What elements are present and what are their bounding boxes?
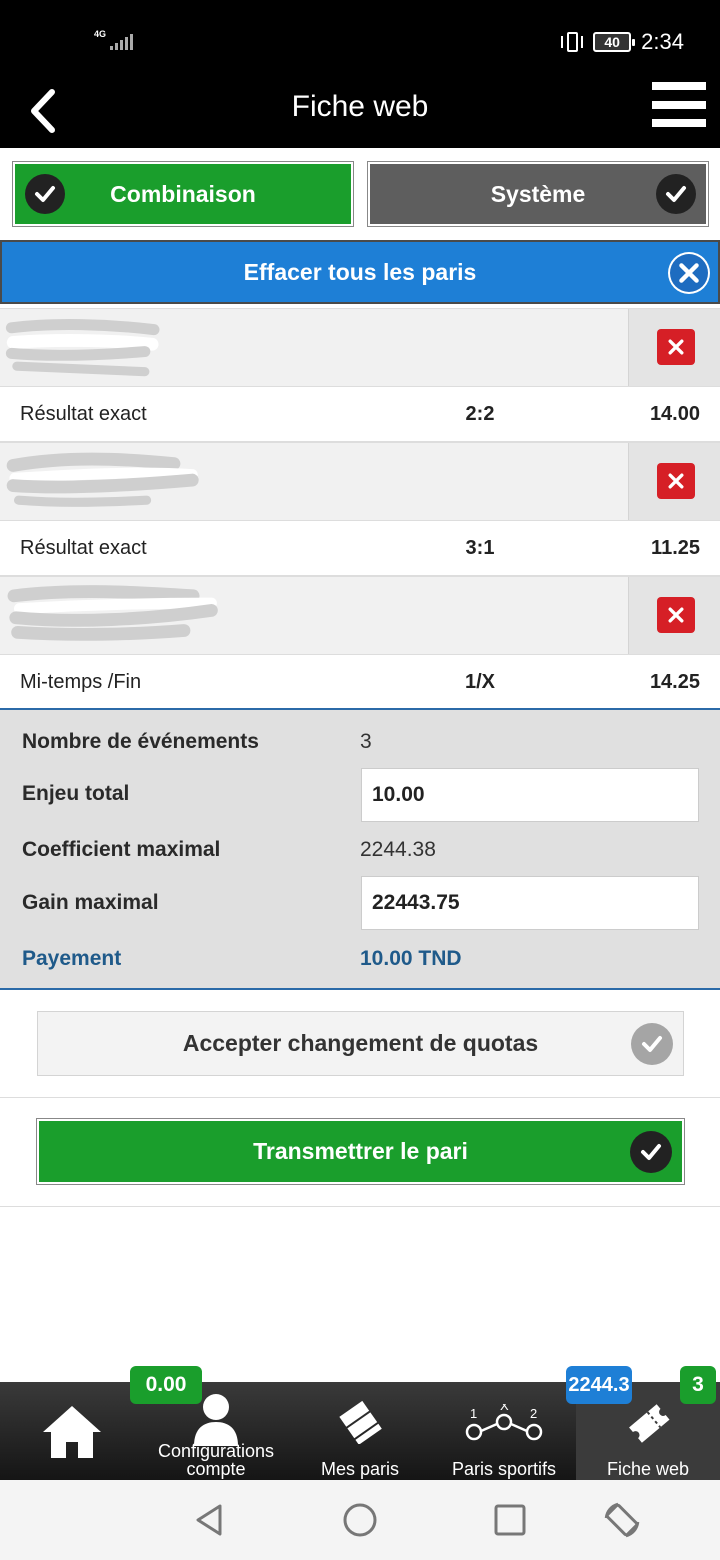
- square-recents-icon: [494, 1504, 526, 1536]
- odd-value: 11.25: [651, 537, 700, 559]
- hamburger-icon: [652, 82, 706, 90]
- nav-sports-betting[interactable]: 1 X 2 Paris sportifs: [432, 1382, 576, 1480]
- menu-button[interactable]: [652, 82, 706, 128]
- check-icon: [656, 174, 696, 214]
- payment-value: 10.00 TND: [360, 947, 462, 970]
- pick-value: 1/X: [464, 671, 496, 693]
- pick-value: 2:2: [465, 403, 495, 425]
- bet-event-row: [0, 576, 720, 654]
- accept-odds-label: Accepter changement de quotas: [182, 1030, 539, 1056]
- bet-pick-row: Résultat exact 2:2 14.00: [0, 386, 720, 442]
- payment-label: Payement: [22, 947, 122, 970]
- market-name: Résultat exact: [20, 537, 147, 559]
- divider: [0, 1097, 720, 1098]
- check-icon: [631, 1023, 673, 1065]
- odds-badge: 2244.3: [566, 1366, 632, 1404]
- betslip-count-badge: 3: [680, 1366, 716, 1404]
- tickets-icon: [339, 1400, 382, 1444]
- remove-bet-button[interactable]: [657, 329, 695, 365]
- remove-bet-button[interactable]: [657, 597, 695, 633]
- close-icon: [668, 339, 684, 355]
- status-bar: 4G 40 2:34: [0, 0, 720, 82]
- network-type: 4G: [94, 29, 107, 39]
- submit-bet-label: Transmettrer le pari: [253, 1138, 468, 1164]
- redacted-event-name: [7, 585, 218, 641]
- nav-my-bets-label: Mes paris: [320, 1459, 400, 1479]
- system-label: Système: [490, 180, 586, 207]
- clear-all-bets-button[interactable]: Effacer tous les paris: [0, 240, 720, 304]
- combination-label: Combinaison: [110, 180, 256, 207]
- system-back-button[interactable]: [190, 1500, 230, 1540]
- nav-home[interactable]: [0, 1382, 144, 1480]
- max-gain-label: Gain maximal: [22, 891, 159, 914]
- pick-value: 3:1: [465, 537, 495, 559]
- events-count-label: Nombre de événements: [22, 730, 259, 753]
- rotate-screen-button[interactable]: [602, 1500, 642, 1540]
- signal-icon: 4G: [94, 30, 134, 54]
- close-icon: [668, 473, 684, 489]
- balance-badge: 0.00: [130, 1366, 202, 1404]
- triangle-back-icon: [196, 1504, 222, 1536]
- sports-icon-label-1: 1: [470, 1406, 477, 1421]
- clear-all-label: Effacer tous les paris: [243, 258, 477, 285]
- max-coefficient-label: Coefficient maximal: [22, 838, 221, 861]
- system-recents-button[interactable]: [490, 1500, 530, 1540]
- bet-event-row: [0, 308, 720, 386]
- bet-event-row: [0, 442, 720, 520]
- remove-bet-button[interactable]: [657, 463, 695, 499]
- sports-icon-label-x: X: [500, 1404, 509, 1413]
- page-title: Fiche web: [291, 90, 429, 123]
- redacted-event-name: [6, 452, 199, 507]
- bet-pick-row: Mi-temps /Fin 1/X 14.25: [0, 654, 720, 710]
- nav-my-bets[interactable]: Mes paris: [288, 1382, 432, 1480]
- market-name: Résultat exact: [20, 403, 147, 425]
- combination-button[interactable]: Combinaison: [12, 161, 354, 227]
- divider: [0, 1206, 720, 1207]
- clock: 2:34: [641, 29, 684, 54]
- battery-icon: 40: [593, 32, 636, 52]
- redacted-event-name: [5, 319, 160, 377]
- check-icon: [25, 174, 65, 214]
- system-button[interactable]: Système: [367, 161, 709, 227]
- check-icon: [630, 1131, 672, 1173]
- nav-sports-label: Paris sportifs: [451, 1459, 557, 1479]
- close-icon: [668, 607, 684, 623]
- max-gain-field: 22443.75: [361, 876, 699, 930]
- market-name: Mi-temps /Fin: [20, 671, 142, 693]
- vibrate-icon: [561, 30, 584, 54]
- accept-odds-change-toggle[interactable]: Accepter changement de quotas: [37, 1011, 684, 1076]
- nav-account-label: Configurations compte: [157, 1441, 275, 1479]
- submit-bet-button[interactable]: Transmettrer le pari: [36, 1118, 685, 1185]
- events-count-value: 3: [360, 730, 372, 753]
- odd-value: 14.00: [649, 403, 700, 425]
- app-header: Fiche web: [0, 82, 720, 148]
- system-navigation-bar: [0, 1480, 720, 1560]
- rotate-icon: [604, 1502, 640, 1538]
- ticket-icon: [629, 1404, 670, 1443]
- system-home-button[interactable]: [340, 1500, 380, 1540]
- sports-icon-label-2: 2: [530, 1406, 537, 1421]
- max-coefficient-value: 2244.38: [360, 838, 436, 861]
- bet-pick-row: Résultat exact 3:1 11.25: [0, 520, 720, 576]
- bet-1x2-icon: 1 X 2: [465, 1404, 543, 1441]
- circle-home-icon: [343, 1503, 377, 1537]
- bet-summary: Nombre de événements 3 Enjeu total 10.00…: [0, 708, 720, 990]
- home-icon: [43, 1406, 101, 1458]
- stake-label: Enjeu total: [22, 782, 130, 805]
- stake-input[interactable]: 10.00: [361, 768, 699, 822]
- odd-value: 14.25: [649, 671, 700, 693]
- nav-betslip-label: Fiche web: [606, 1459, 690, 1479]
- close-icon: [668, 252, 710, 294]
